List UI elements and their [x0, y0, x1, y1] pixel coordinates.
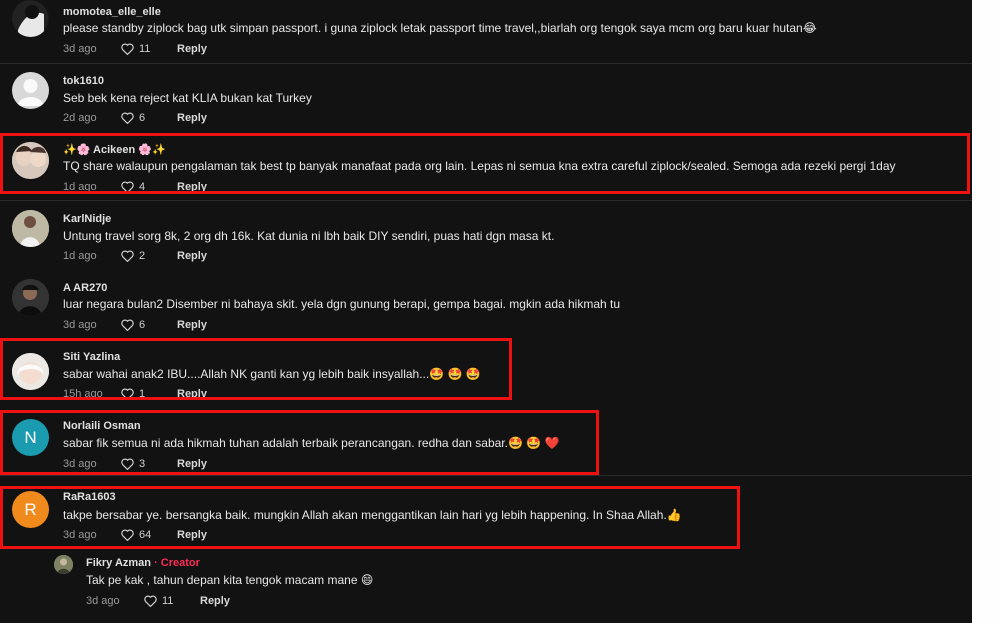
comment-time: 2d ago — [63, 112, 97, 124]
comment-text: please standby ziplock bag utk simpan pa… — [63, 21, 817, 35]
heart-icon[interactable] — [121, 250, 134, 262]
like-button[interactable]: 6 — [121, 112, 177, 124]
comment-text: Untung travel sorg 8k, 2 org dh 16k. Kat… — [63, 229, 555, 243]
comment-time: 3d ago — [63, 319, 97, 331]
like-count: 2 — [139, 250, 146, 262]
avatar[interactable] — [12, 0, 49, 37]
comment-meta: 3d ago 11 Reply — [63, 43, 207, 55]
highlight-box — [0, 486, 740, 549]
highlight-box — [0, 410, 599, 475]
comments-panel: momotea_elle_elle please standby ziplock… — [0, 0, 972, 623]
avatar[interactable] — [12, 210, 49, 247]
heart-icon[interactable] — [121, 43, 134, 55]
reply-button[interactable]: Reply — [200, 595, 230, 607]
like-count: 11 — [139, 43, 151, 55]
comment-username: Fikry Azman · Creator — [86, 557, 200, 569]
divider — [0, 200, 972, 201]
comment-meta: 2d ago 6 Reply — [63, 112, 207, 124]
like-count: 6 — [139, 319, 146, 331]
reply-username[interactable]: Fikry Azman — [86, 557, 151, 569]
like-count: 6 — [139, 112, 146, 124]
right-edge-panel — [972, 0, 1000, 623]
like-button[interactable]: 11 — [144, 595, 200, 607]
heart-icon[interactable] — [144, 595, 157, 607]
reply-button[interactable]: Reply — [177, 319, 207, 331]
comment-username[interactable]: momotea_elle_elle — [63, 6, 161, 18]
comment-text: Seb bek kena reject kat KLIA bukan kat T… — [63, 91, 312, 105]
like-button[interactable]: 6 — [121, 319, 177, 331]
highlight-box — [0, 338, 512, 400]
heart-icon[interactable] — [121, 112, 134, 124]
comment-meta: 3d ago 6 Reply — [63, 319, 207, 331]
reply-button[interactable]: Reply — [177, 250, 207, 262]
like-button[interactable]: 11 — [121, 43, 177, 55]
avatar[interactable] — [54, 555, 73, 574]
like-button[interactable]: 2 — [121, 250, 177, 262]
comment-time: 3d ago — [86, 595, 120, 607]
highlight-box — [0, 133, 970, 194]
comment-time: 3d ago — [63, 43, 97, 55]
comment-time: 1d ago — [63, 250, 97, 262]
comment-username[interactable]: A AR270 — [63, 282, 107, 294]
like-count: 11 — [162, 595, 174, 607]
heart-icon[interactable] — [121, 319, 134, 331]
reply-button[interactable]: Reply — [177, 112, 207, 124]
avatar[interactable] — [12, 279, 49, 316]
comment-meta: 3d ago 11 Reply — [86, 595, 230, 607]
divider — [0, 63, 972, 64]
avatar[interactable] — [12, 72, 49, 109]
creator-badge: · Creator — [154, 557, 200, 569]
comment-text: luar negara bulan2 Disember ni bahaya sk… — [63, 297, 621, 311]
divider — [0, 475, 972, 476]
reply-button[interactable]: Reply — [177, 43, 207, 55]
comment-text: Tak pe kak , tahun depan kita tengok mac… — [86, 573, 374, 587]
comment-username[interactable]: tok1610 — [63, 75, 104, 87]
comment-meta: 1d ago 2 Reply — [63, 250, 207, 262]
comment-username[interactable]: KarlNidje — [63, 213, 111, 225]
